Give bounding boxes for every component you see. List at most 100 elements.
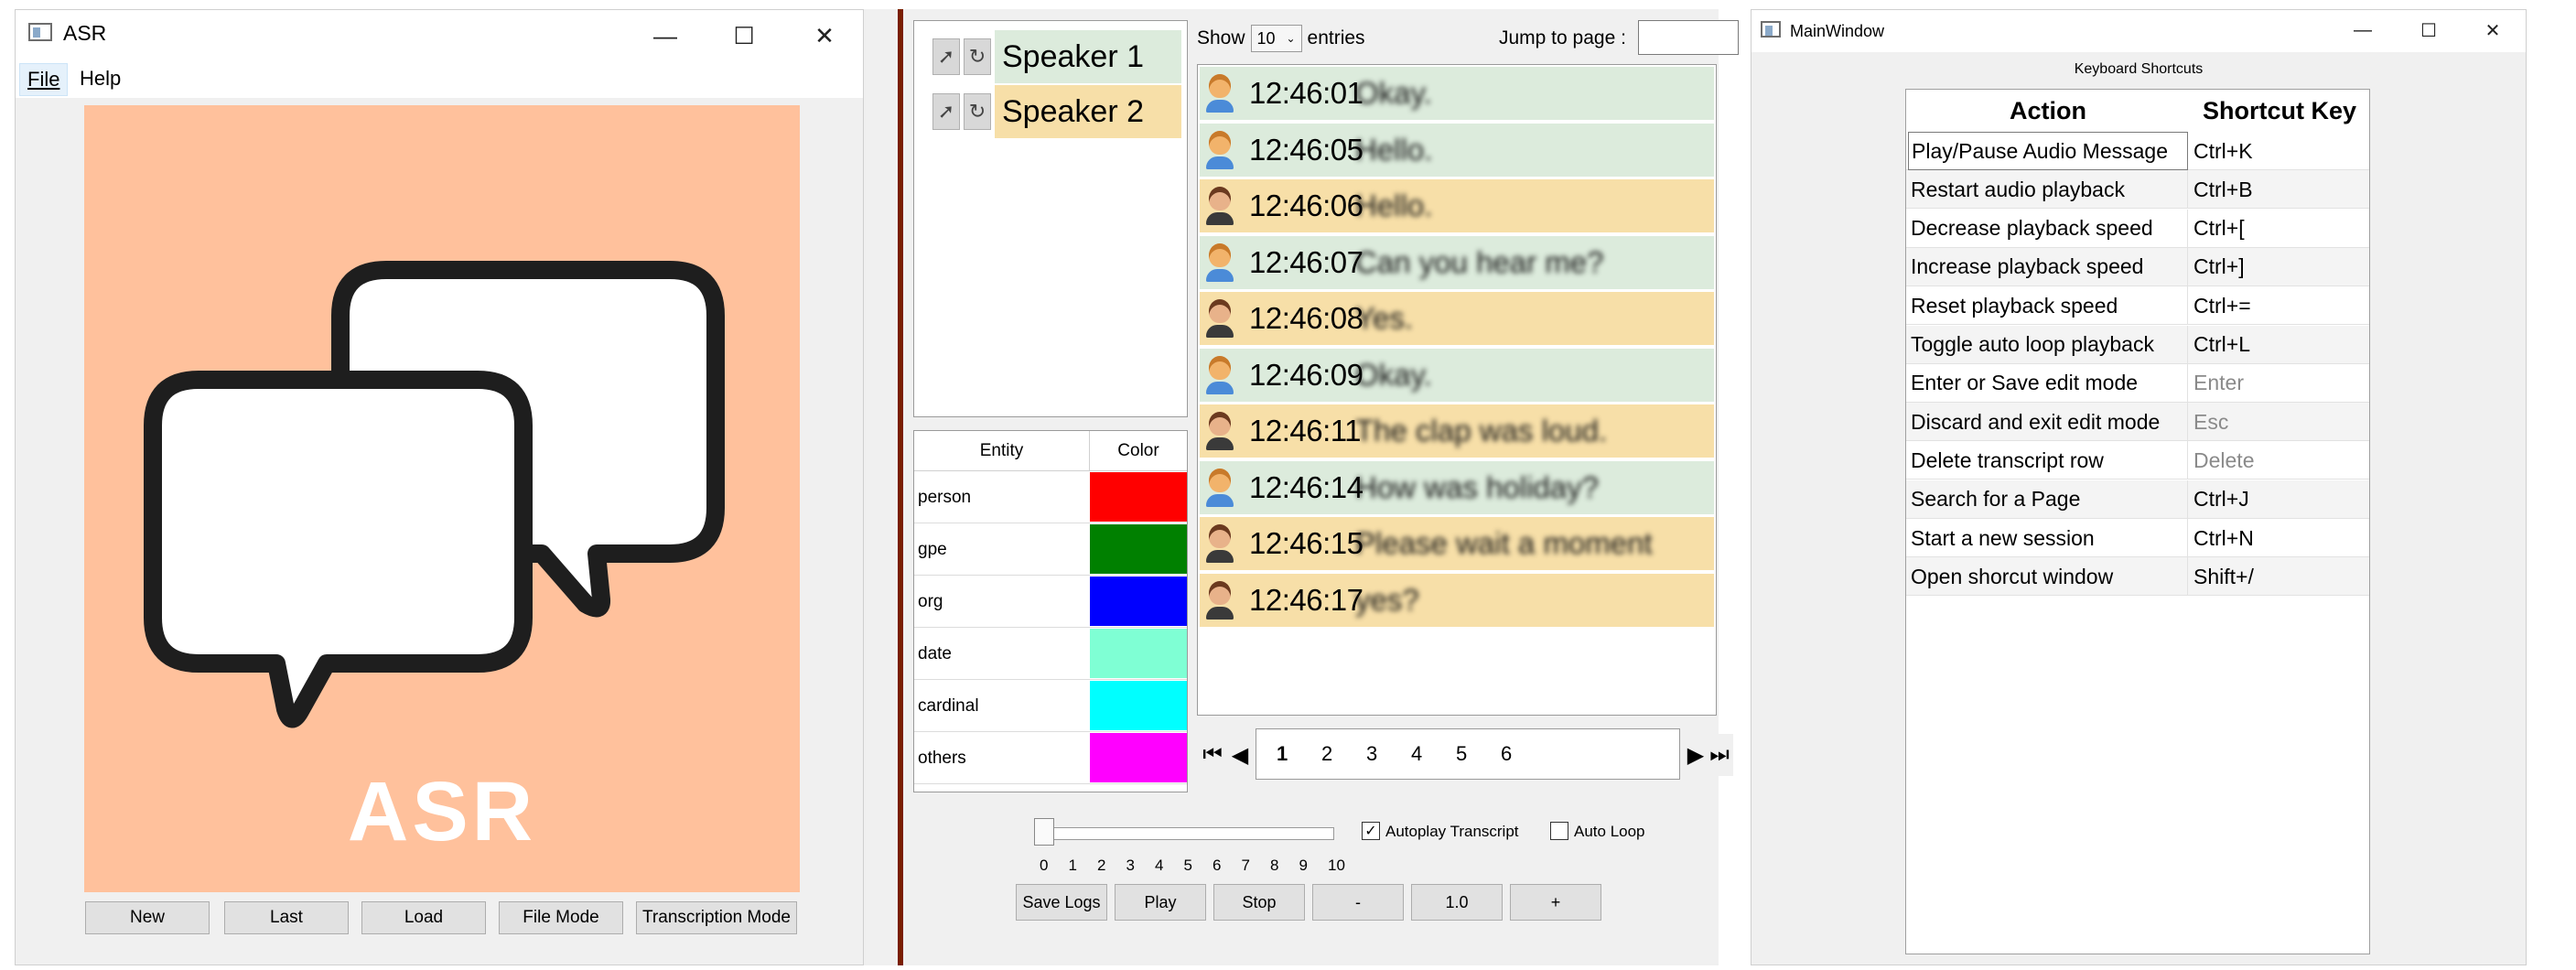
female-avatar-icon — [1203, 352, 1236, 398]
page-number[interactable]: 5 — [1456, 742, 1467, 766]
new-button[interactable]: New — [85, 901, 210, 934]
transcript-row[interactable]: 12:46:15 Please wait a moment — [1200, 517, 1714, 572]
speed-decrease-button[interactable]: - — [1312, 884, 1404, 921]
shortcut-row[interactable]: Start a new session Ctrl+N — [1906, 519, 2369, 557]
speed-increase-button[interactable]: + — [1510, 884, 1601, 921]
shortcut-key: Ctrl+J — [2193, 487, 2249, 512]
window-title: ASR — [63, 21, 107, 45]
row-text[interactable]: The clap was loud. — [1355, 414, 1607, 448]
shortcut-row[interactable]: Delete transcript row Delete — [1906, 441, 2369, 480]
chevron-down-icon: ⌄ — [1286, 32, 1296, 45]
entity-row[interactable]: cardinal — [914, 680, 1187, 732]
entity-row[interactable]: others — [914, 732, 1187, 784]
row-text[interactable]: yes? — [1355, 583, 1419, 618]
title-bar[interactable]: MainWindow — ☐ ✕ — [1751, 10, 2526, 52]
minimize-icon[interactable]: — — [2344, 12, 2381, 48]
transcript-row[interactable]: 12:46:01 Okay. — [1200, 67, 1714, 122]
transcription-mode-button[interactable]: Transcription Mode — [636, 901, 797, 934]
page-number[interactable]: 4 — [1411, 742, 1422, 766]
speaker-row[interactable]: ➚ ↻ Speaker 2 — [932, 85, 1181, 138]
row-timestamp: 12:46:05 — [1249, 132, 1363, 167]
shortcut-key: Shift+/ — [2193, 564, 2254, 588]
row-text[interactable]: Can you hear me? — [1355, 245, 1604, 280]
shortcut-row[interactable]: Search for a Page Ctrl+J — [1906, 480, 2369, 519]
page-number[interactable]: 1 — [1277, 742, 1288, 766]
last-button[interactable]: Last — [224, 901, 349, 934]
minimize-icon[interactable]: — — [647, 17, 684, 54]
last-page-icon[interactable]: ⏭ — [1706, 734, 1733, 776]
load-button[interactable]: Load — [361, 901, 486, 934]
transcript-row[interactable]: 12:46:06 Hello. — [1200, 179, 1714, 234]
slider-tick-label: 8 — [1270, 857, 1279, 874]
title-bar[interactable]: ASR — ☐ ✕ — [16, 10, 863, 61]
transcript-row[interactable]: 12:46:14 How was holiday? — [1200, 460, 1714, 516]
page-number[interactable]: 6 — [1501, 742, 1512, 766]
entity-row[interactable]: person — [914, 471, 1187, 523]
shortcut-row[interactable]: Increase playback speed Ctrl+] — [1906, 247, 2369, 286]
shortcut-key: Ctrl+B — [2193, 177, 2253, 201]
row-text[interactable]: Hello. — [1355, 133, 1432, 167]
speaker-row[interactable]: ➚ ↻ Speaker 1 — [932, 30, 1181, 83]
row-text[interactable]: How was holiday? — [1355, 470, 1599, 505]
prev-page-icon[interactable]: ◀ — [1226, 734, 1254, 776]
shortcut-row[interactable]: Play/Pause Audio Message Ctrl+K — [1906, 132, 2369, 170]
slider-tick-label: 3 — [1126, 857, 1135, 874]
shortcut-action: Increase playback speed — [1908, 247, 2188, 286]
entity-color-swatch[interactable] — [1090, 629, 1187, 678]
play-button[interactable]: Play — [1115, 884, 1206, 921]
page-number[interactable]: 3 — [1366, 742, 1377, 766]
shortcut-row[interactable]: Toggle auto loop playback Ctrl+L — [1906, 325, 2369, 364]
reset-icon[interactable]: ↻ — [964, 93, 991, 130]
stop-button[interactable]: Stop — [1213, 884, 1305, 921]
shortcut-row[interactable]: Decrease playback speed Ctrl+[ — [1906, 209, 2369, 248]
shortcut-row[interactable]: Discard and exit edit mode Esc — [1906, 403, 2369, 442]
shortcut-key: Ctrl+L — [2193, 332, 2250, 356]
row-text[interactable]: Hello. — [1355, 189, 1432, 223]
transcript-row[interactable]: 12:46:05 Hello. — [1200, 123, 1714, 178]
first-page-icon[interactable]: ⏮ — [1199, 734, 1226, 776]
speaker-name[interactable]: Speaker 2 — [995, 85, 1181, 138]
transcript-row[interactable]: 12:46:17 yes? — [1200, 573, 1714, 629]
playback-slider[interactable] — [1043, 827, 1334, 840]
entries-select[interactable]: 10 ⌄ — [1250, 25, 1302, 52]
transcript-row[interactable]: 12:46:08 Yes. — [1200, 292, 1714, 347]
file-mode-button[interactable]: File Mode — [499, 901, 623, 934]
row-text[interactable]: Okay. — [1355, 76, 1432, 111]
close-icon[interactable]: ✕ — [2474, 12, 2511, 48]
autoloop-checkbox[interactable] — [1550, 822, 1568, 840]
shortcut-row[interactable]: Restart audio playback Ctrl+B — [1906, 170, 2369, 210]
transcript-row[interactable]: 12:46:09 Okay. — [1200, 348, 1714, 404]
shortcut-row[interactable]: Reset playback speed Ctrl+= — [1906, 286, 2369, 326]
entity-color-swatch[interactable] — [1090, 472, 1187, 522]
page-number[interactable]: 2 — [1321, 742, 1332, 766]
menu-help[interactable]: Help — [72, 63, 128, 94]
entity-row[interactable]: date — [914, 628, 1187, 680]
transcript-row[interactable]: 12:46:11 The clap was loud. — [1200, 404, 1714, 459]
entity-row[interactable]: gpe — [914, 523, 1187, 576]
speaker-name[interactable]: Speaker 1 — [995, 30, 1181, 83]
slider-handle[interactable] — [1034, 818, 1054, 846]
row-text[interactable]: Yes. — [1355, 301, 1413, 336]
autoplay-checkbox[interactable]: ✓ — [1362, 822, 1380, 840]
entity-color-swatch[interactable] — [1090, 733, 1187, 782]
save-logs-button[interactable]: Save Logs — [1016, 884, 1107, 921]
female-avatar-icon — [1203, 465, 1236, 511]
row-text[interactable]: Please wait a moment — [1355, 526, 1653, 561]
maximize-icon[interactable]: ☐ — [726, 17, 762, 54]
row-text[interactable]: Okay. — [1355, 358, 1432, 393]
maximize-icon[interactable]: ☐ — [2410, 12, 2447, 48]
shortcut-row[interactable]: Enter or Save edit mode Enter — [1906, 363, 2369, 403]
entity-color-swatch[interactable] — [1090, 681, 1187, 730]
entity-color-swatch[interactable] — [1090, 524, 1187, 574]
reset-icon[interactable]: ↻ — [964, 38, 991, 75]
entity-color-swatch[interactable] — [1090, 577, 1187, 626]
pin-icon[interactable]: ➚ — [932, 93, 960, 130]
entity-row[interactable]: org — [914, 576, 1187, 628]
pin-icon[interactable]: ➚ — [932, 38, 960, 75]
shortcut-row[interactable]: Open shorcut window Shift+/ — [1906, 557, 2369, 597]
transcript-row[interactable]: 12:46:07 Can you hear me? — [1200, 235, 1714, 291]
menu-file[interactable]: File — [19, 63, 69, 96]
close-icon[interactable]: ✕ — [806, 17, 843, 54]
app-window-icon — [1761, 21, 1781, 38]
jump-to-page-input[interactable] — [1638, 20, 1739, 55]
